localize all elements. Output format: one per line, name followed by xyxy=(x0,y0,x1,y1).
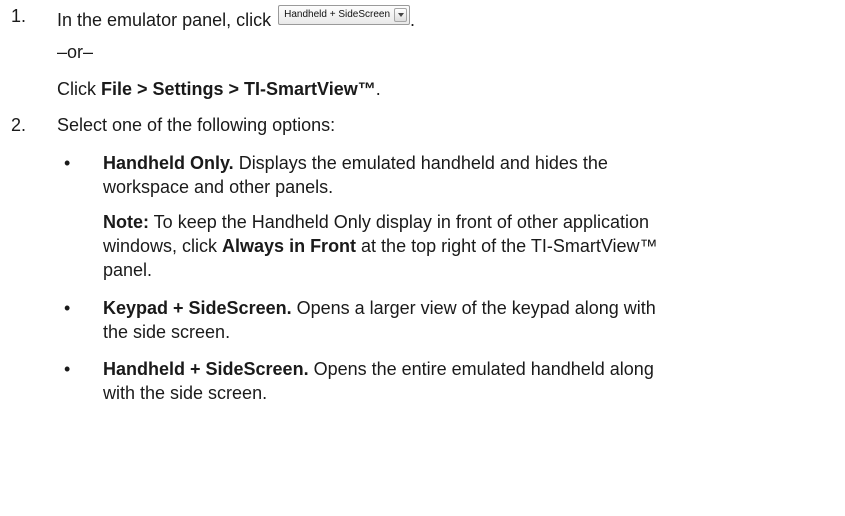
option-handheld-only: Handheld Only. Displays the emulated han… xyxy=(103,152,608,174)
step-1-suffix: . xyxy=(410,10,416,30)
step-1-prefix: In the emulator panel, click xyxy=(57,10,277,30)
option-desc: Opens the entire emulated handheld along xyxy=(308,359,654,379)
option-term: Keypad + SideScreen. xyxy=(103,298,292,318)
option-desc-line2: the side screen. xyxy=(103,322,231,342)
option-desc-line2: with the side screen. xyxy=(103,383,268,403)
note-label: Note: xyxy=(103,212,149,232)
option-handheld-sidescreen: Handheld + SideScreen. Opens the entire … xyxy=(103,358,654,380)
note-line3: panel. xyxy=(103,260,153,280)
bullet-symbol: • xyxy=(64,359,71,379)
bullet-symbol: • xyxy=(64,298,71,318)
bullet-symbol: • xyxy=(64,153,71,173)
step-1-click: Click xyxy=(57,79,101,99)
menu-path-suffix: . xyxy=(375,79,381,99)
option-desc-line2: workspace and other panels. xyxy=(103,177,334,197)
always-in-front-term: Always in Front xyxy=(222,236,357,256)
step-1-alt: Click File > Settings > TI-SmartView™. xyxy=(57,78,381,100)
chevron-down-icon xyxy=(394,8,408,22)
view-mode-dropdown[interactable]: Handheld + SideScreen xyxy=(278,5,411,25)
view-mode-dropdown-label: Handheld + SideScreen xyxy=(284,9,391,20)
step-1-or: –or– xyxy=(57,42,94,62)
option-desc: Displays the emulated handheld and hides… xyxy=(233,153,608,173)
note-line2: windows, click Always in Front at the to… xyxy=(103,236,658,256)
option-term: Handheld + SideScreen. xyxy=(103,359,309,379)
option-desc: Opens a larger view of the keypad along … xyxy=(291,298,656,318)
note-line1: Note: To keep the Handheld Only display … xyxy=(103,212,649,232)
step-1-number: 1. xyxy=(11,6,27,26)
menu-path: File > Settings > TI-SmartView™ xyxy=(101,79,376,99)
option-keypad-sidescreen: Keypad + SideScreen. Opens a larger view… xyxy=(103,297,656,319)
option-term: Handheld Only. xyxy=(103,153,234,173)
step-1-text: In the emulator panel, click Handheld + … xyxy=(57,5,415,31)
step-2-text: Select one of the following options: xyxy=(57,115,336,135)
step-2-number: 2. xyxy=(11,115,27,135)
